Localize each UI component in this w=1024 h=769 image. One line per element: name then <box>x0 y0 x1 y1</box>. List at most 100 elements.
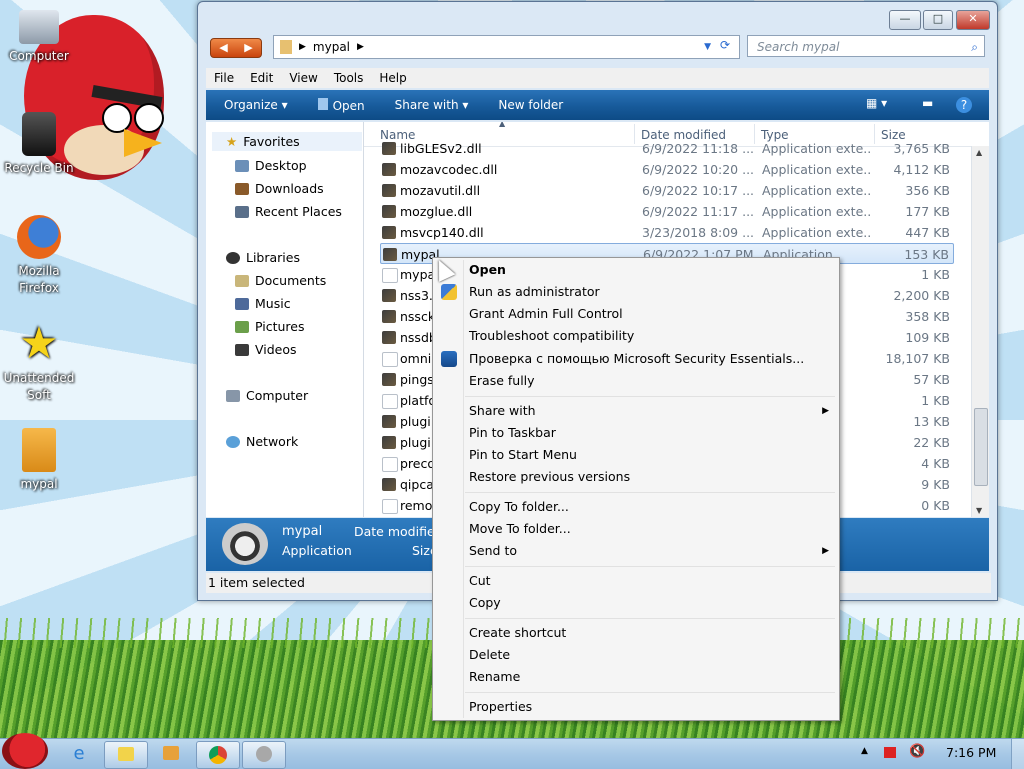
address-dropdown-icon[interactable]: ▼ <box>704 42 711 52</box>
file-date: 3/23/2018 8:09 ... <box>642 225 754 240</box>
scroll-down-icon[interactable]: ▼ <box>976 506 982 515</box>
desktop-icon-mypal[interactable]: mypal <box>1 428 77 493</box>
breadcrumb-mypal[interactable]: mypal <box>313 40 350 54</box>
uac-shield-icon <box>441 284 457 300</box>
menu-item-share-with[interactable]: Share with <box>469 403 536 418</box>
menu-item-pin-to-start-menu[interactable]: Pin to Start Menu <box>469 447 577 462</box>
taskbar-chrome[interactable] <box>196 741 240 769</box>
security-tray-icon[interactable] <box>884 747 896 758</box>
file-icon <box>382 394 398 409</box>
scroll-up-icon[interactable]: ▲ <box>976 148 982 157</box>
menu-tools[interactable]: Tools <box>326 71 372 85</box>
desktop-icon-firefox[interactable]: Mozilla Firefox <box>1 215 77 297</box>
menu-item-grant-admin-control[interactable]: Grant Admin Full Control <box>469 306 623 321</box>
nav-libraries[interactable]: Libraries <box>226 250 300 265</box>
address-bar[interactable]: ▶ mypal ▶ ▼ <box>273 35 740 59</box>
menu-file[interactable]: File <box>206 71 242 85</box>
taskbar-app[interactable] <box>242 741 286 769</box>
menu-item-rename[interactable]: Rename <box>469 669 520 684</box>
show-desktop-button[interactable] <box>1011 739 1024 769</box>
menu-item-security-essentials-scan[interactable]: Проверка с помощью Microsoft Security Es… <box>469 351 804 366</box>
nav-videos[interactable]: Videos <box>235 342 297 357</box>
dll-icon <box>382 142 396 155</box>
back-arrow-icon[interactable]: ◀ <box>211 39 236 57</box>
menu-item-move-to-folder[interactable]: Move To folder... <box>469 521 571 536</box>
file-size: 2,200 KB <box>893 288 950 303</box>
menu-item-copy-to-folder[interactable]: Copy To folder... <box>469 499 569 514</box>
downloads-icon <box>235 182 249 195</box>
scrollbar-thumb[interactable] <box>974 408 988 486</box>
table-row[interactable]: libGLESv2.dll 6/9/2022 11:18 ... Applicati… <box>380 138 954 159</box>
menu-item-delete[interactable]: Delete <box>469 647 510 662</box>
computer-icon <box>19 10 59 44</box>
menu-edit[interactable]: Edit <box>242 71 281 85</box>
view-options-icon[interactable]: ▦ ▾ <box>866 96 887 110</box>
menu-view[interactable]: View <box>281 71 325 85</box>
clock[interactable]: 7:16 PM <box>946 745 996 760</box>
nav-recent-places[interactable]: Recent Places <box>235 204 342 219</box>
forward-arrow-icon[interactable]: ▶ <box>236 39 261 57</box>
nav-documents[interactable]: Documents <box>235 273 326 288</box>
submenu-arrow-icon: ▶ <box>822 406 829 416</box>
desktop-icon-recycle-bin[interactable]: Recycle Bin <box>1 112 77 177</box>
dll-icon <box>382 163 396 176</box>
back-forward-buttons[interactable]: ◀ ▶ <box>210 38 262 58</box>
file-name: mozglue.dll <box>400 204 473 219</box>
close-button[interactable]: ✕ <box>956 10 990 30</box>
table-row[interactable]: mozavcodec.dll 6/9/2022 10:20 ... Applicat… <box>380 159 954 180</box>
open-button[interactable]: Open <box>317 97 365 113</box>
table-row[interactable]: msvcp140.dll 3/23/2018 8:09 ... Applicatio… <box>380 222 954 243</box>
menu-item-send-to[interactable]: Send to <box>469 543 517 558</box>
menu-item-troubleshoot-compat[interactable]: Troubleshoot compatibility <box>469 328 634 343</box>
menu-item-erase-fully[interactable]: Erase fully <box>469 373 535 388</box>
desktop-icon-computer[interactable]: Computer <box>1 10 77 65</box>
menu-item-create-shortcut[interactable]: Create shortcut <box>469 625 566 640</box>
menu-item-run-as-admin[interactable]: Run as administrator <box>469 284 600 299</box>
menu-separator <box>465 396 835 397</box>
breadcrumb-arrow-icon[interactable]: ▶ <box>299 42 306 52</box>
recycle-bin-icon <box>22 112 56 156</box>
help-icon[interactable]: ? <box>956 97 972 113</box>
nav-pictures[interactable]: Pictures <box>235 319 305 334</box>
start-button[interactable] <box>2 733 48 769</box>
minimize-button[interactable]: — <box>889 10 921 30</box>
vertical-scrollbar[interactable]: ▲ ▼ <box>971 146 989 517</box>
documents-icon <box>235 274 249 287</box>
table-row[interactable]: mozglue.dll 6/9/2022 11:17 ... Application… <box>380 201 954 222</box>
volume-muted-icon[interactable]: 🔇 <box>909 744 925 759</box>
menu-item-copy[interactable]: Copy <box>469 595 501 610</box>
menu-help[interactable]: Help <box>371 71 414 85</box>
maximize-button[interactable]: □ <box>923 10 953 30</box>
table-row[interactable]: mozavutil.dll 6/9/2022 10:17 ... Applicati… <box>380 180 954 201</box>
taskbar-explorer[interactable] <box>104 741 148 769</box>
share-with-button[interactable]: Share with ▾ <box>395 98 469 112</box>
refresh-icon[interactable]: ⟳ <box>714 38 736 56</box>
desktop-icon-unattended-soft[interactable]: ★ Unattended Soft <box>1 322 77 404</box>
nav-network[interactable]: Network <box>226 434 298 449</box>
nav-favorites[interactable]: ★ Favorites <box>212 132 362 151</box>
dll-icon <box>382 415 396 428</box>
taskbar-ie[interactable]: e <box>58 741 100 767</box>
taskbar-media[interactable] <box>150 741 192 767</box>
file-size: 0 KB <box>921 498 950 513</box>
folder-icon <box>22 428 56 472</box>
nav-downloads[interactable]: Downloads <box>235 181 324 196</box>
menu-item-cut[interactable]: Cut <box>469 573 491 588</box>
nav-desktop[interactable]: Desktop <box>235 158 307 173</box>
preview-pane-icon[interactable]: ▬ <box>922 96 933 110</box>
search-input[interactable]: Search mypal ⌕ <box>747 35 985 57</box>
menu-separator <box>465 492 835 493</box>
organize-button[interactable]: Organize ▾ <box>224 98 288 112</box>
nav-computer[interactable]: Computer <box>226 388 308 403</box>
menu-item-open[interactable]: Open <box>469 262 506 277</box>
submenu-arrow-icon: ▶ <box>822 546 829 556</box>
menu-item-properties[interactable]: Properties <box>469 699 532 714</box>
menu-item-restore-previous-versions[interactable]: Restore previous versions <box>469 469 630 484</box>
search-icon[interactable]: ⌕ <box>971 36 978 58</box>
menu-item-pin-to-taskbar[interactable]: Pin to Taskbar <box>469 425 556 440</box>
breadcrumb-arrow-icon[interactable]: ▶ <box>357 42 364 52</box>
new-folder-button[interactable]: New folder <box>498 98 563 112</box>
desktop-icon-label: Recycle Bin <box>4 161 74 175</box>
tray-expand-icon[interactable]: ▲ <box>861 746 868 756</box>
nav-music[interactable]: Music <box>235 296 291 311</box>
